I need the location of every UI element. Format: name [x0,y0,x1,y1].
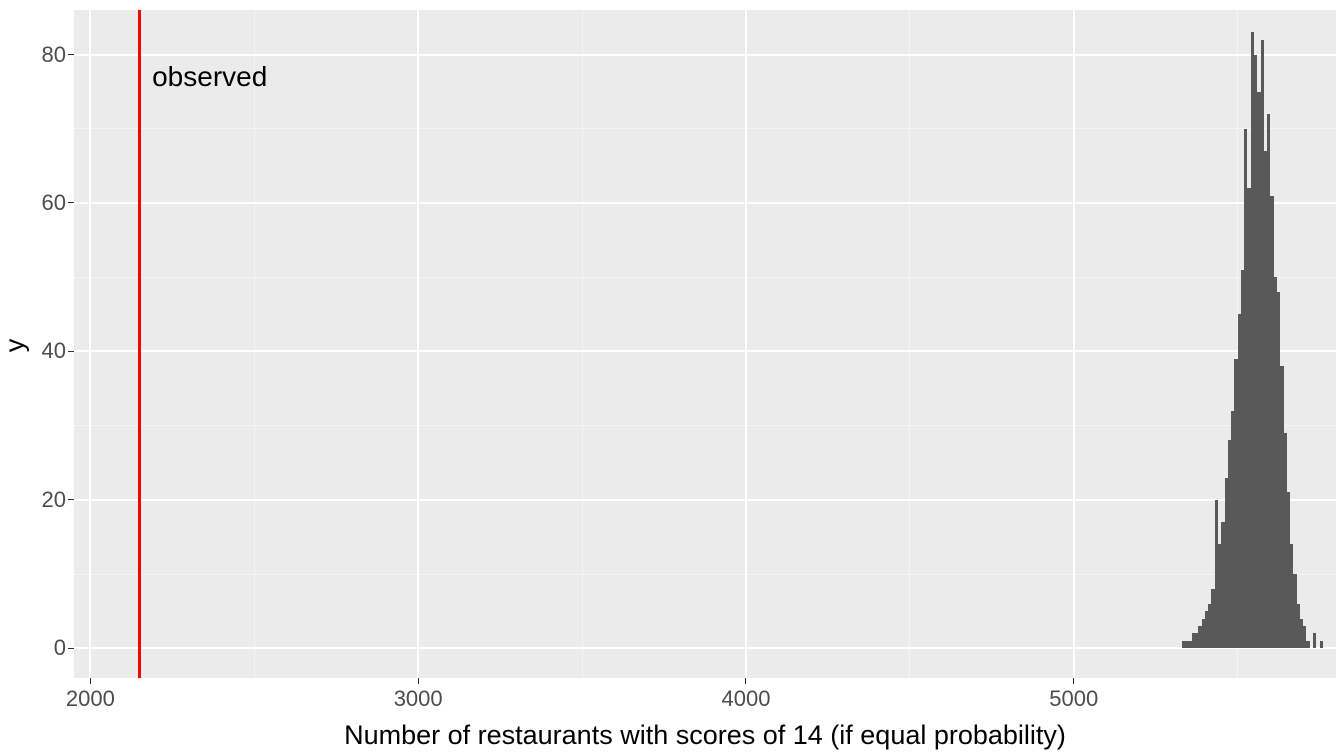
observed-vline [138,10,141,678]
x-axis-title: Number of restaurants with scores of 14 … [74,720,1336,751]
y-tick-label: 40 [30,340,66,362]
y-tick-label: 80 [30,44,66,66]
x-tick [418,678,419,684]
grid-major-h [74,499,1336,501]
x-tick-label: 4000 [716,688,776,710]
y-tick [68,54,74,55]
grid-minor-h [74,425,1336,426]
x-tick [1073,678,1074,684]
x-tick-label: 2000 [60,688,120,710]
plot-panel [74,10,1336,678]
chart-container: observed 2000 3000 4000 5000 0 20 40 60 80 y Numb… [0,0,1344,756]
y-tick [68,499,74,500]
grid-major-v [89,10,91,678]
grid-minor-v [254,10,255,678]
grid-major-v [745,10,747,678]
x-tick [90,678,91,684]
histogram-bar [1320,641,1323,648]
y-tick-label: 60 [30,192,66,214]
x-tick-label: 5000 [1044,688,1104,710]
grid-minor-v [582,10,583,678]
grid-major-h [74,647,1336,649]
grid-minor-h [74,574,1336,575]
grid-major-h [74,202,1336,204]
observed-annotation: observed [152,61,267,93]
y-axis-title: y [0,321,31,371]
grid-minor-h [74,128,1336,129]
grid-major-v [1073,10,1075,678]
grid-minor-v [909,10,910,678]
y-tick-label: 20 [30,489,66,511]
histogram-bar [1306,641,1309,648]
histogram-bar [1313,633,1316,648]
x-tick [745,678,746,684]
grid-minor-h [74,277,1336,278]
y-tick [68,351,74,352]
grid-major-h [74,54,1336,56]
x-tick-label: 3000 [388,688,448,710]
y-tick [68,202,74,203]
grid-major-h [74,350,1336,352]
y-tick-label: 0 [30,637,66,659]
y-tick [68,648,74,649]
grid-major-v [417,10,419,678]
